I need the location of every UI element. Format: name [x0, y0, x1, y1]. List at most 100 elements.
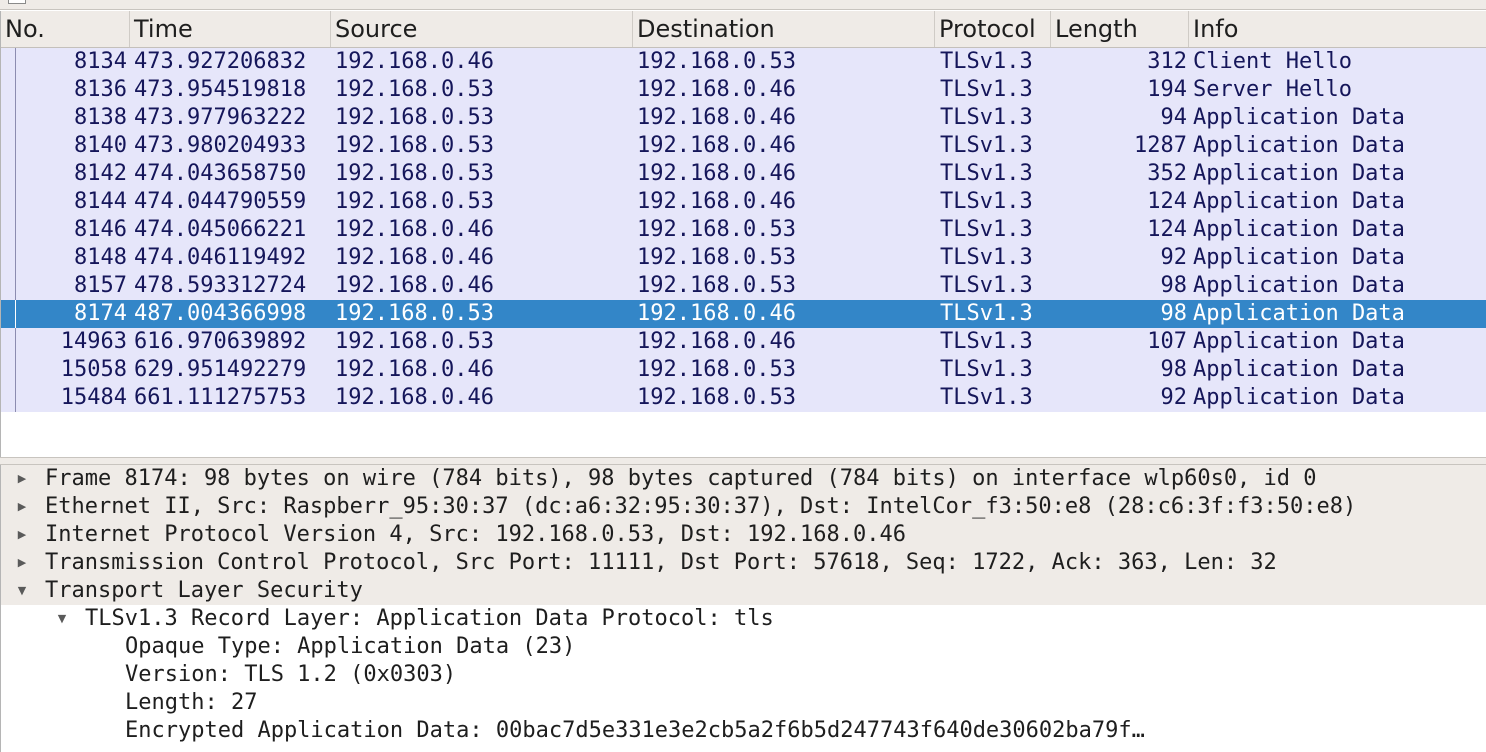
triangle-right-icon[interactable]: ▶	[15, 493, 29, 521]
triangle-right-icon[interactable]: ▶	[15, 465, 29, 493]
column-header-info[interactable]: Info	[1189, 11, 1486, 47]
column-header-no[interactable]: No.	[1, 11, 130, 47]
table-row[interactable]: 8157 478.593312724 192.168.0.46 192.168.0.5…	[1, 272, 1486, 300]
packet-info: Application Data	[1193, 245, 1405, 270]
packet-destination: 192.168.0.46	[637, 189, 796, 214]
table-row[interactable]: 8136 473.954519818 192.168.0.53 192.168.0.4…	[1, 76, 1486, 104]
packet-source: 192.168.0.46	[335, 385, 494, 410]
detail-tree-item[interactable]: ▶ Transmission Control Protocol, Src Port…	[1, 549, 1486, 577]
packet-protocol: TLSv1.3	[940, 217, 1033, 242]
packet-length: 98	[1160, 301, 1188, 326]
column-header-length[interactable]: Length	[1051, 11, 1189, 47]
packet-protocol: TLSv1.3	[940, 357, 1033, 382]
packet-number: 8142	[74, 161, 127, 186]
packet-list-header: No. Time Source Destination Protocol Len…	[1, 11, 1486, 48]
packet-protocol: TLSv1.3	[940, 385, 1033, 410]
detail-tree-item[interactable]: ▼ TLSv1.3 Record Layer: Application Data …	[1, 605, 1486, 633]
column-header-time[interactable]: Time	[130, 11, 331, 47]
packet-source: 192.168.0.53	[335, 105, 494, 130]
packet-time: 473.954519818	[134, 77, 307, 102]
detail-tree-label: Transport Layer Security	[45, 578, 363, 603]
detail-tree-label: Opaque Type: Application Data (23)	[125, 634, 576, 659]
packet-source: 192.168.0.53	[335, 161, 494, 186]
packet-number: 14963	[60, 329, 127, 354]
packet-number: 8136	[74, 77, 127, 102]
detail-tree-item[interactable]: ▶ Frame 8174: 98 bytes on wire (784 bits)…	[1, 465, 1486, 493]
packet-destination: 192.168.0.53	[637, 357, 796, 382]
table-row[interactable]: 8146 474.045066221 192.168.0.46 192.168.0.5…	[1, 216, 1486, 244]
triangle-right-icon[interactable]: ▶	[15, 549, 29, 577]
packet-time: 616.970639892	[134, 329, 307, 354]
packet-number: 8146	[74, 217, 127, 242]
table-row[interactable]: 8142 474.043658750 192.168.0.53 192.168.0.4…	[1, 160, 1486, 188]
table-row[interactable]: 15484 661.111275753 192.168.0.46 192.168.0.…	[1, 384, 1486, 412]
detail-tree-item[interactable]: Opaque Type: Application Data (23)	[1, 633, 1486, 661]
packet-protocol: TLSv1.3	[940, 273, 1033, 298]
packet-list[interactable]: No. Time Source Destination Protocol Len…	[0, 11, 1486, 457]
packet-info: Application Data	[1193, 105, 1405, 130]
packet-source: 192.168.0.53	[335, 133, 494, 158]
packet-protocol: TLSv1.3	[940, 49, 1033, 74]
detail-tree-label: TLSv1.3 Record Layer: Application Data P…	[85, 606, 774, 631]
detail-tree-item[interactable]: Version: TLS 1.2 (0x0303)	[1, 661, 1486, 689]
packet-rows: 8134 473.927206832 192.168.0.46 192.168.0.5…	[1, 48, 1486, 412]
packet-time: 473.980204933	[134, 133, 307, 158]
packet-time: 474.043658750	[134, 161, 307, 186]
packet-length: 92	[1160, 245, 1188, 270]
column-header-protocol[interactable]: Protocol	[935, 11, 1051, 47]
detail-tree-item[interactable]: ▼ Transport Layer Security	[1, 577, 1486, 605]
packet-protocol: TLSv1.3	[940, 77, 1033, 102]
packet-time: 661.111275753	[134, 385, 307, 410]
packet-number: 8140	[74, 133, 127, 158]
detail-tree-label: Internet Protocol Version 4, Src: 192.16…	[45, 522, 906, 547]
packet-number: 8174	[74, 301, 127, 326]
packet-destination: 192.168.0.53	[637, 245, 796, 270]
packet-info: Client Hello	[1193, 49, 1352, 74]
packet-protocol: TLSv1.3	[940, 329, 1033, 354]
detail-tree-item[interactable]: ▶ Ethernet II, Src: Raspberr_95:30:37 (dc…	[1, 493, 1486, 521]
table-row[interactable]: 15058 629.951492279 192.168.0.46 192.168.0.…	[1, 356, 1486, 384]
packet-source: 192.168.0.46	[335, 273, 494, 298]
packet-number: 8138	[74, 105, 127, 130]
packet-protocol: TLSv1.3	[940, 301, 1033, 326]
column-header-destination[interactable]: Destination	[633, 11, 935, 47]
packet-details-tree[interactable]: ▶ Frame 8174: 98 bytes on wire (784 bits)…	[0, 465, 1486, 752]
packet-destination: 192.168.0.53	[637, 49, 796, 74]
packet-protocol: TLSv1.3	[940, 133, 1033, 158]
table-row[interactable]: 8138 473.977963222 192.168.0.53 192.168.0.4…	[1, 104, 1486, 132]
detail-tree-item[interactable]: ▶ Internet Protocol Version 4, Src: 192.1…	[1, 521, 1486, 549]
table-row[interactable]: 8144 474.044790559 192.168.0.53 192.168.0.4…	[1, 188, 1486, 216]
packet-time: 478.593312724	[134, 273, 307, 298]
detail-tree-item[interactable]: Encrypted Application Data: 00bac7d5e331…	[1, 717, 1486, 745]
table-row[interactable]: 14963 616.970639892 192.168.0.53 192.168.0.…	[1, 328, 1486, 356]
packet-info: Application Data	[1193, 357, 1405, 382]
detail-tree-label: Encrypted Application Data: 00bac7d5e331…	[125, 718, 1145, 743]
packet-destination: 192.168.0.46	[637, 329, 796, 354]
packet-destination: 192.168.0.46	[637, 161, 796, 186]
triangle-down-icon[interactable]: ▼	[15, 577, 29, 605]
packet-destination: 192.168.0.53	[637, 385, 796, 410]
packet-info: Application Data	[1193, 329, 1405, 354]
detail-tree-item[interactable]: Length: 27	[1, 689, 1486, 717]
packet-number: 15484	[60, 385, 127, 410]
triangle-right-icon[interactable]: ▶	[15, 521, 29, 549]
packet-info: Application Data	[1193, 189, 1405, 214]
table-row[interactable]: 8134 473.927206832 192.168.0.46 192.168.0.5…	[1, 48, 1486, 76]
packet-source: 192.168.0.46	[335, 49, 494, 74]
packet-source: 192.168.0.46	[335, 245, 494, 270]
table-row[interactable]: 8148 474.046119492 192.168.0.46 192.168.0.5…	[1, 244, 1486, 272]
table-row[interactable]: 8140 473.980204933 192.168.0.53 192.168.0.4…	[1, 132, 1486, 160]
packet-length: 94	[1160, 105, 1188, 130]
packet-info: Application Data	[1193, 301, 1405, 326]
table-row-selected[interactable]: 8174 487.004366998 192.168.0.53 192.168.0.4…	[1, 300, 1486, 328]
detail-tree-label: Transmission Control Protocol, Src Port:…	[45, 550, 1277, 575]
packet-source: 192.168.0.46	[335, 357, 494, 382]
detail-tree-label: Frame 8174: 98 bytes on wire (784 bits),…	[45, 466, 1317, 491]
triangle-down-icon[interactable]: ▼	[55, 605, 69, 633]
packet-time: 474.044790559	[134, 189, 307, 214]
pane-splitter[interactable]	[0, 457, 1486, 465]
packet-length: 92	[1160, 385, 1188, 410]
column-header-source[interactable]: Source	[331, 11, 633, 47]
packet-length: 194	[1147, 77, 1187, 102]
packet-length: 98	[1160, 357, 1188, 382]
